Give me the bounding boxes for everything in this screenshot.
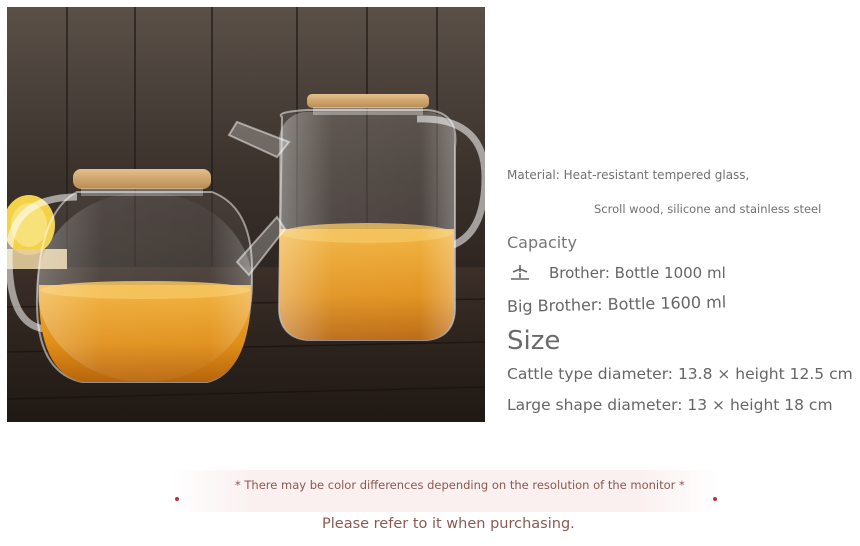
material-line-2: Scroll wood, silicone and stainless stee…	[594, 202, 822, 216]
size-heading: Size	[507, 326, 561, 356]
brother-capacity-row: Brother: Bottle 1000 ml	[509, 263, 726, 283]
product-detail-page: Material: Heat-resistant tempered glass,…	[0, 0, 860, 546]
large-shape-dimensions: Large shape diameter: 13 × height 18 cm	[507, 396, 833, 414]
brother-capacity-text: Brother: Bottle 1000 ml	[549, 264, 726, 282]
decorative-dot-left	[175, 497, 179, 501]
capacity-heading: Capacity	[507, 233, 577, 252]
big-brother-capacity-text: Big Brother: Bottle 1600 ml	[506, 292, 727, 316]
purchase-reference-note: Please refer to it when purchasing.	[322, 516, 575, 532]
material-line-1: Material: Heat-resistant tempered glass,	[507, 168, 750, 182]
color-difference-note: * There may be color differences dependi…	[235, 478, 685, 492]
decorative-dot-right	[713, 497, 717, 501]
cattle-type-dimensions: Cattle type diameter: 13.8 × height 12.5…	[507, 365, 853, 383]
teapot-product-photo	[7, 7, 485, 422]
glass-teapots-photo	[7, 7, 485, 422]
small-size-icon	[509, 263, 531, 283]
